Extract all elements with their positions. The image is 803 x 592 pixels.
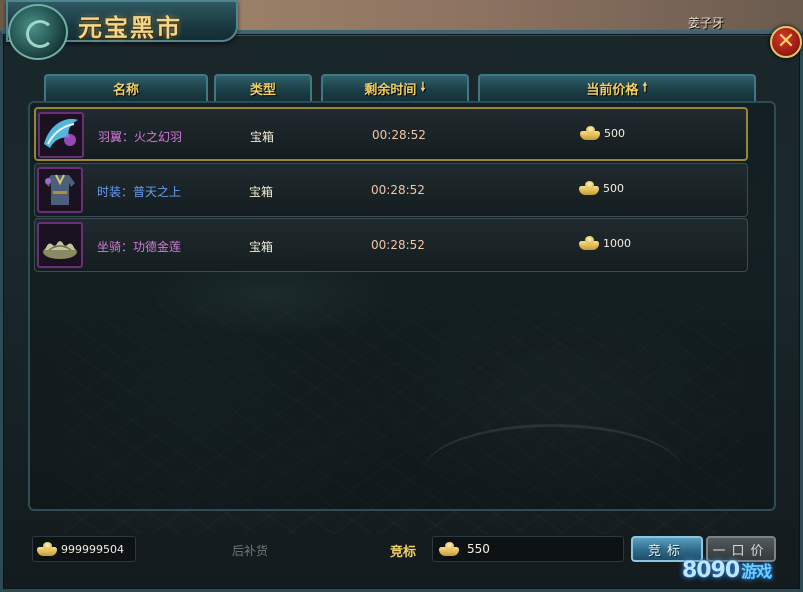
lotus-mount-icon bbox=[37, 222, 83, 268]
gold-ingot-icon bbox=[579, 181, 599, 195]
gold-ingot-icon bbox=[580, 126, 600, 140]
table-row[interactable]: 羽翼：火之幻羽 宝箱 00:28:52 500 bbox=[34, 107, 748, 161]
player-name: 姜子牙 bbox=[688, 16, 725, 30]
item-price: 500 bbox=[579, 181, 624, 195]
item-price-value: 500 bbox=[603, 181, 624, 195]
gold-ingot-icon bbox=[439, 542, 459, 556]
arrow-down-icon: 🠗 bbox=[420, 80, 426, 94]
item-name: 时装：普天之上 bbox=[97, 185, 182, 199]
item-price-value: 1000 bbox=[603, 236, 631, 250]
item-type: 宝箱 bbox=[249, 240, 274, 254]
costume-icon bbox=[37, 167, 83, 213]
table-row[interactable]: 坐骑：功德金莲 宝箱 00:28:52 1000 bbox=[34, 218, 748, 272]
item-price-value: 500 bbox=[604, 126, 625, 140]
column-header-type[interactable]: 类型 bbox=[214, 74, 312, 101]
restock-label: 后补货 bbox=[232, 544, 269, 558]
column-header-label: 剩余时间 bbox=[364, 83, 417, 98]
item-name: 羽翼：火之幻羽 bbox=[98, 130, 183, 144]
item-price: 1000 bbox=[579, 236, 631, 250]
column-header-current-price[interactable]: 当前价格 🠕 bbox=[478, 74, 756, 101]
title-plaque: 元宝黑市 bbox=[6, 0, 238, 60]
bid-amount-field[interactable] bbox=[432, 536, 624, 562]
gold-balance-value: 999999504 bbox=[61, 542, 124, 556]
window-title: 元宝黑市 bbox=[78, 13, 182, 42]
arrow-up-icon: 🠕 bbox=[642, 80, 648, 94]
item-time-left: 00:28:52 bbox=[371, 183, 425, 197]
gold-balance: 999999504 bbox=[32, 536, 136, 562]
gold-ingot-icon bbox=[579, 236, 599, 250]
bid-label: 竞标 bbox=[390, 545, 417, 560]
column-header-label: 类型 bbox=[249, 83, 276, 98]
column-header-name[interactable]: 名称 bbox=[44, 74, 208, 101]
title-ornament-icon bbox=[8, 4, 68, 60]
item-type: 宝箱 bbox=[250, 130, 275, 144]
column-header-label: 名称 bbox=[112, 83, 139, 98]
site-watermark-logo: 8090 游戏 bbox=[682, 558, 772, 583]
item-price: 500 bbox=[580, 126, 625, 140]
item-type: 宝箱 bbox=[249, 185, 274, 199]
column-header-label: 当前价格 bbox=[586, 83, 639, 98]
gold-ingot-icon bbox=[37, 542, 57, 556]
item-time-left: 00:28:52 bbox=[372, 128, 426, 142]
item-name: 坐骑：功德金莲 bbox=[97, 240, 182, 254]
close-button[interactable]: ✕ bbox=[770, 26, 802, 58]
item-time-left: 00:28:52 bbox=[371, 238, 425, 252]
wing-icon bbox=[38, 112, 84, 158]
bid-amount-input[interactable] bbox=[467, 542, 587, 556]
column-header-time-left[interactable]: 剩余时间 🠗 bbox=[321, 74, 469, 101]
table-row[interactable]: 时装：普天之上 宝箱 00:28:52 500 bbox=[34, 163, 748, 217]
close-icon: ✕ bbox=[776, 29, 796, 54]
